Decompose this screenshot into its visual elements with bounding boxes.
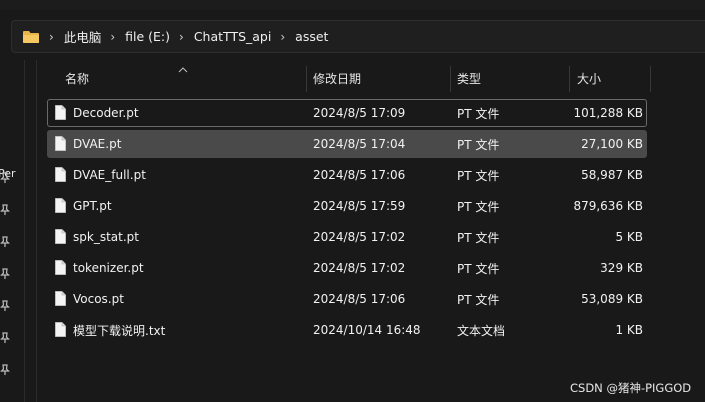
- breadcrumb-this-pc[interactable]: 此电脑: [64, 27, 102, 46]
- pin-icon[interactable]: [0, 172, 12, 184]
- title-bar-strip: [0, 0, 705, 10]
- table-row[interactable]: Decoder.pt 2024/8/5 17:09 PT 文件 101,288 KB: [47, 99, 647, 127]
- breadcrumb-chattts-api[interactable]: ChatTTS_api: [194, 29, 272, 44]
- breadcrumb-chevron-icon[interactable]: ›: [179, 30, 184, 44]
- file-type: PT 文件: [457, 137, 500, 152]
- file-list[interactable]: 名称 修改日期 类型 大小 Decoder.pt 2024/8/5 17:09 PT…: [47, 60, 657, 402]
- file-size: 27,100 KB: [581, 137, 643, 151]
- file-type: PT 文件: [457, 199, 500, 214]
- file-size: 879,636 KB: [573, 199, 643, 213]
- table-row[interactable]: 模型下载说明.txt 2024/10/14 16:48 文本文档 1 KB: [47, 316, 647, 344]
- file-icon: [55, 260, 66, 275]
- file-icon: [55, 322, 66, 337]
- file-name: spk_stat.pt: [73, 230, 139, 244]
- address-bar[interactable]: › 此电脑 › file (E:) › ChatTTS_api › asset: [11, 20, 705, 53]
- file-name: Vocos.pt: [73, 292, 124, 306]
- file-modified-date: 2024/10/14 16:48: [313, 323, 421, 337]
- file-type: PT 文件: [457, 292, 500, 307]
- breadcrumb-asset[interactable]: asset: [295, 29, 328, 44]
- file-modified-date: 2024/8/5 17:02: [313, 261, 406, 275]
- file-name: 模型下载说明.txt: [73, 323, 166, 338]
- file-type: 文本文档: [457, 323, 506, 338]
- column-header-date[interactable]: 修改日期: [313, 60, 361, 96]
- table-row[interactable]: DVAE.pt 2024/8/5 17:04 PT 文件 27,100 KB: [47, 130, 647, 158]
- column-divider[interactable]: [450, 66, 451, 92]
- sort-ascending-icon: [178, 62, 188, 73]
- table-row[interactable]: DVAE_full.pt 2024/8/5 17:06 PT 文件 58,987 KB: [47, 161, 647, 189]
- file-modified-date: 2024/8/5 17:02: [313, 230, 406, 244]
- file-modified-date: 2024/8/5 17:09: [313, 106, 406, 120]
- file-size: 58,987 KB: [581, 168, 643, 182]
- pin-icon[interactable]: [0, 236, 12, 248]
- file-icon: [55, 167, 66, 182]
- column-divider[interactable]: [306, 66, 307, 92]
- file-type: PT 文件: [457, 261, 500, 276]
- pin-icon[interactable]: [0, 204, 12, 216]
- file-icon: [55, 136, 66, 151]
- file-size: 101,288 KB: [573, 106, 643, 120]
- file-type: PT 文件: [457, 230, 500, 245]
- table-row[interactable]: GPT.pt 2024/8/5 17:59 PT 文件 879,636 KB: [47, 192, 647, 220]
- pin-icon[interactable]: [0, 300, 12, 312]
- nav-pane-divider[interactable]: [24, 60, 25, 402]
- file-modified-date: 2024/8/5 17:06: [313, 292, 406, 306]
- pin-icon[interactable]: [0, 364, 12, 376]
- file-icon: [55, 291, 66, 306]
- file-modified-date: 2024/8/5 17:59: [313, 199, 406, 213]
- file-name: tokenizer.pt: [73, 261, 144, 275]
- file-modified-date: 2024/8/5 17:06: [313, 168, 406, 182]
- file-name: GPT.pt: [73, 199, 112, 213]
- file-size: 5 KB: [615, 230, 643, 244]
- file-size: 53,089 KB: [581, 292, 643, 306]
- table-row[interactable]: tokenizer.pt 2024/8/5 17:02 PT 文件 329 KB: [47, 254, 647, 282]
- breadcrumb-chevron-icon[interactable]: ›: [49, 30, 54, 44]
- list-pane-divider: [36, 60, 37, 402]
- folder-icon: [22, 30, 40, 44]
- table-row[interactable]: Vocos.pt 2024/8/5 17:06 PT 文件 53,089 KB: [47, 285, 647, 313]
- file-icon: [55, 229, 66, 244]
- table-row[interactable]: spk_stat.pt 2024/8/5 17:02 PT 文件 5 KB: [47, 223, 647, 251]
- file-name: DVAE.pt: [73, 137, 122, 151]
- column-header-row: 名称 修改日期 类型 大小: [47, 60, 657, 96]
- column-header-name[interactable]: 名称: [65, 60, 89, 96]
- breadcrumb-chevron-icon[interactable]: ›: [280, 30, 285, 44]
- column-header-type[interactable]: 类型: [457, 60, 481, 96]
- file-name: Decoder.pt: [73, 106, 139, 120]
- pin-icon[interactable]: [0, 268, 12, 280]
- file-size: 1 KB: [615, 323, 643, 337]
- pin-icon[interactable]: [0, 332, 12, 344]
- file-type: PT 文件: [457, 106, 500, 121]
- file-modified-date: 2024/8/5 17:04: [313, 137, 406, 151]
- breadcrumb-chevron-icon[interactable]: ›: [110, 30, 115, 44]
- column-divider[interactable]: [569, 66, 570, 92]
- navigation-pane: Per: [0, 60, 24, 402]
- column-divider[interactable]: [650, 66, 651, 92]
- file-icon: [55, 198, 66, 213]
- file-size: 329 KB: [600, 261, 643, 275]
- breadcrumb-drive-e[interactable]: file (E:): [125, 29, 170, 44]
- file-name: DVAE_full.pt: [73, 168, 146, 182]
- file-type: PT 文件: [457, 168, 500, 183]
- watermark-text: CSDN @猪神-PIGGOD: [570, 381, 692, 395]
- column-header-size[interactable]: 大小: [577, 60, 601, 96]
- file-icon: [55, 105, 66, 120]
